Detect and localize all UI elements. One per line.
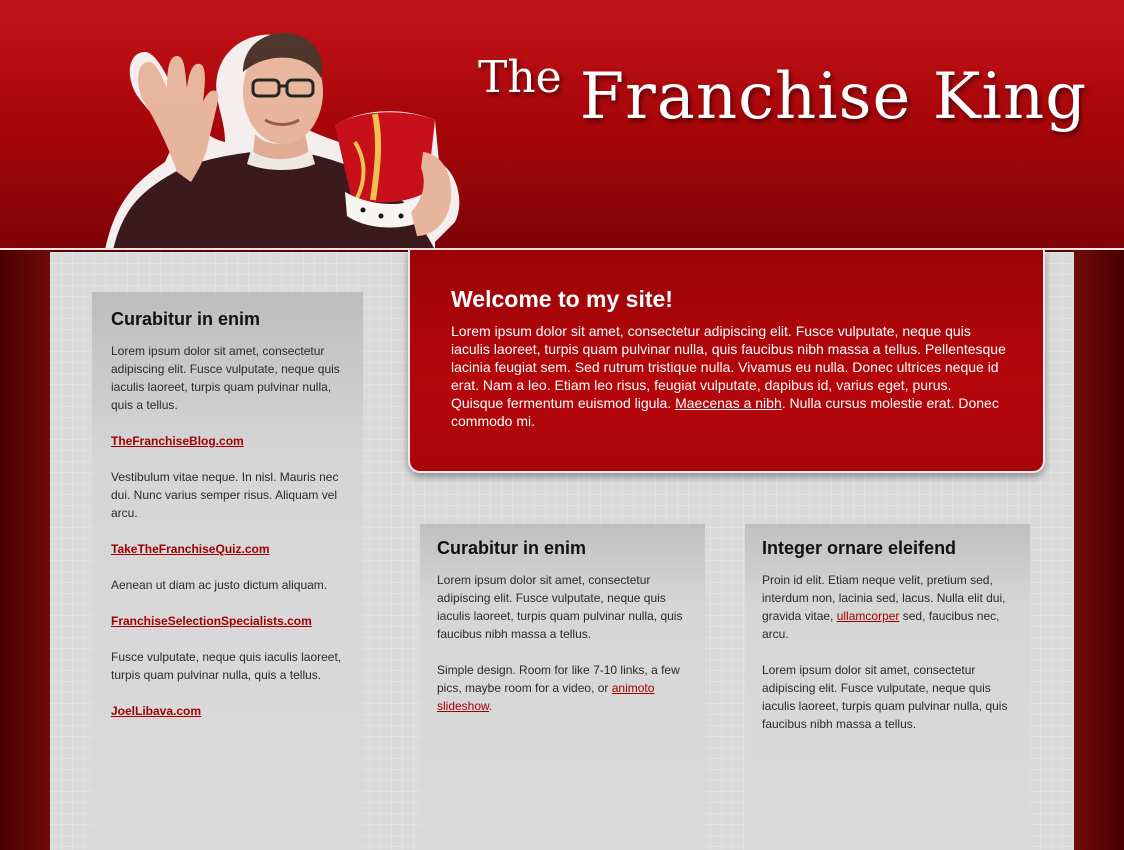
site-header: The Franchise King [0,0,1124,250]
link-joel-libava[interactable]: JoelLibava.com [111,704,201,718]
ullamcorper-link[interactable]: ullamcorper [837,609,900,623]
column-1-paragraph-1: Lorem ipsum dolor sit amet, consectetur … [437,573,683,641]
portrait-illustration [105,32,460,248]
content-column-1: Curabitur in enim Lorem ipsum dolor sit … [420,524,705,850]
link-franchise-quiz[interactable]: TakeTheFranchiseQuiz.com [111,542,270,556]
link-selection-specialists[interactable]: FranchiseSelectionSpecialists.com [111,614,312,628]
right-side-panel [1074,250,1124,850]
site-title-main: Franchise King [579,60,1088,134]
sidebar-text-3: Fusce vulputate, neque quis iaculis laor… [111,650,342,682]
link-franchise-blog[interactable]: TheFranchiseBlog.com [111,434,244,448]
sidebar-intro: Lorem ipsum dolor sit amet, consectetur … [111,344,340,412]
sidebar-text-2: Aenean ut diam ac justo dictum aliquam. [111,578,328,592]
left-side-panel [0,250,50,850]
column-2-title: Integer ornare eleifend [762,538,957,558]
welcome-text: Lorem ipsum dolor sit amet, consectetur … [451,322,1007,430]
welcome-heading: Welcome to my site! [451,286,673,312]
welcome-link[interactable]: Maecenas a nibh [675,395,782,411]
sidebar-text-1: Vestibulum vitae neque. In nisl. Mauris … [111,470,339,520]
column-1-title: Curabitur in enim [437,538,587,558]
content-column-2: Integer ornare eleifend Proin id elit. E… [745,524,1030,850]
site-title-prefix: The [478,52,562,103]
column-2-paragraph-2: Lorem ipsum dolor sit amet, consectetur … [762,663,1008,731]
sidebar-title: Curabitur in enim [111,309,261,329]
column-1-paragraph-2: Simple design. Room for like 7-10 links,… [437,661,688,715]
site-title: The Franchise King [478,52,1087,134]
sidebar-box: Curabitur in enim Lorem ipsum dolor sit … [92,292,363,850]
column-1-paragraph-2-end: . [489,699,493,713]
welcome-panel: Welcome to my site! Lorem ipsum dolor si… [408,250,1045,473]
column-2-paragraph-1: Proin id elit. Etiam neque velit, pretiu… [762,571,1013,643]
